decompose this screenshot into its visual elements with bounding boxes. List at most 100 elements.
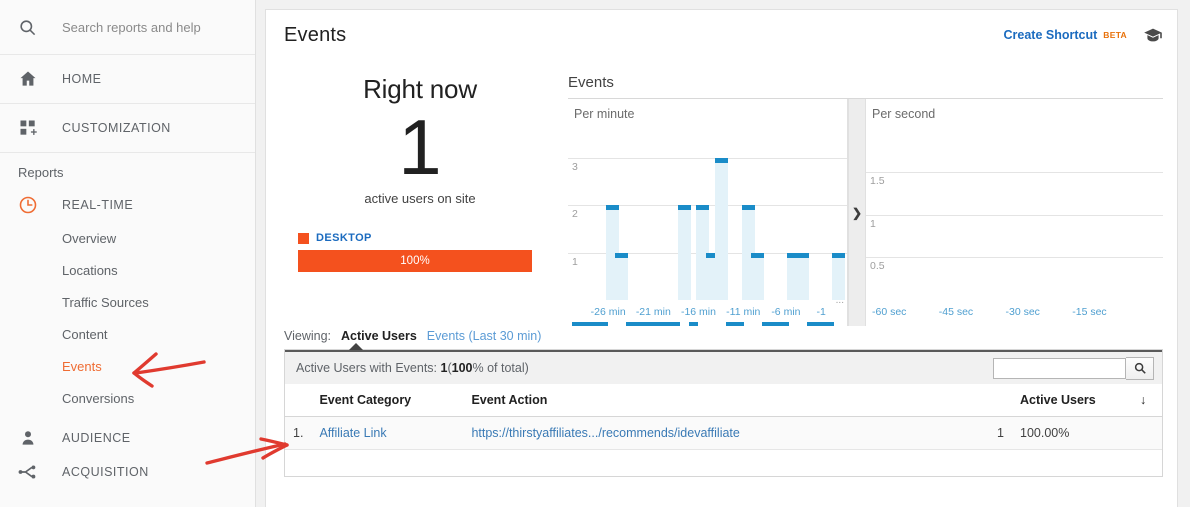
sidebar-search[interactable]: [0, 0, 255, 55]
report-header: Events Create Shortcut BETA: [266, 10, 1177, 60]
events-table-body: 1. Affiliate Link https://thirstyaffilia…: [285, 417, 1162, 450]
col-event-action[interactable]: Event Action: [463, 384, 986, 417]
y-axis-tick: 1: [870, 218, 876, 230]
per-second-plot-area: 0.511.5-60 sec-45 sec-30 sec-15 sec: [866, 99, 1163, 326]
legend-label-desktop[interactable]: DESKTOP: [316, 232, 372, 244]
gridline: [866, 257, 1163, 258]
events-chart-widget: Events Per minute 123-26 min-21 min-16 m…: [556, 60, 1163, 315]
chart-per-minute: Per minute 123-26 min-21 min-16 min-11 m…: [568, 99, 848, 326]
table-search-button[interactable]: [1126, 357, 1154, 380]
gridline: [866, 172, 1163, 173]
legend-swatch-desktop: [298, 233, 309, 244]
analytics-realtime-events-page: HOME CUSTOMIZATION Reports REAL-TIME Ove…: [0, 0, 1190, 507]
tab-active-users[interactable]: Active Users: [341, 329, 417, 343]
event-action-link[interactable]: https://thirstyaffiliates.../recommends/…: [471, 426, 739, 440]
y-axis-tick: 0.5: [870, 260, 885, 272]
beta-badge: BETA: [1103, 30, 1127, 40]
viewing-label: Viewing:: [284, 329, 331, 343]
page-title: Events: [284, 24, 346, 47]
events-table-head: Event Category Event Action Active Users…: [285, 384, 1162, 417]
row-event-category: Affiliate Link: [311, 417, 463, 450]
sidebar-item-overview[interactable]: Overview: [0, 222, 255, 254]
chart-bar[interactable]: [751, 253, 764, 301]
chart-truncation-ellipsis: ...: [836, 295, 844, 306]
chart-bar[interactable]: [715, 158, 728, 301]
main-content: Events Create Shortcut BETA Right now: [256, 0, 1190, 507]
desktop-share-bar: 100%: [298, 250, 532, 272]
events-chart-title: Events: [568, 74, 1163, 91]
person-icon: [18, 428, 48, 448]
active-users-caption: active users on site: [284, 191, 556, 206]
sidebar-item-audience[interactable]: AUDIENCE: [0, 421, 255, 455]
sidebar-item-label-customization: CUSTOMIZATION: [48, 121, 171, 135]
table-search-input[interactable]: [993, 358, 1126, 379]
sidebar-sub-label: Locations: [62, 263, 118, 278]
header-actions: Create Shortcut BETA: [1004, 27, 1164, 43]
row-index: 1.: [285, 417, 311, 450]
right-now-title: Right now: [284, 74, 556, 105]
col-active-users[interactable]: Active Users: [1012, 384, 1132, 417]
col-event-category[interactable]: Event Category: [311, 384, 463, 417]
sidebar-item-label-acquisition: ACQUISITION: [48, 465, 149, 479]
row-arrow-cell: [1132, 417, 1162, 450]
chart-bar-cap: [606, 205, 619, 210]
chart-bar-cap: [615, 253, 628, 258]
tab-events-last-30-min[interactable]: Events (Last 30 min): [427, 329, 542, 343]
arrow-down-icon[interactable]: ↓: [1132, 384, 1162, 417]
table-row[interactable]: 1. Affiliate Link https://thirstyaffilia…: [285, 417, 1162, 450]
graduation-cap-icon[interactable]: [1143, 27, 1163, 43]
events-chart-body: Per minute 123-26 min-21 min-16 min-11 m…: [568, 98, 1163, 326]
widgets-row: Right now 1 active users on site DESKTOP…: [266, 60, 1177, 315]
chart-bar[interactable]: [615, 253, 628, 301]
chevron-right-icon[interactable]: ❯: [848, 99, 865, 326]
sidebar-sub-label: Traffic Sources: [62, 295, 149, 310]
sidebar-item-content[interactable]: Content: [0, 318, 255, 350]
chart-bar-cap: [832, 253, 845, 258]
sidebar-item-acquisition[interactable]: ACQUISITION: [0, 455, 255, 489]
row-active-users-percent: 100.00%: [1012, 417, 1132, 450]
device-legend: DESKTOP: [298, 232, 556, 244]
chart-bar[interactable]: [832, 253, 845, 301]
row-active-users: 1: [986, 417, 1012, 450]
create-shortcut-button[interactable]: Create Shortcut: [1004, 28, 1098, 42]
summary-percent-suffix: % of total): [472, 361, 528, 375]
right-now-widget: Right now 1 active users on site DESKTOP…: [284, 60, 556, 315]
sidebar-item-events[interactable]: Events: [0, 350, 255, 382]
gridline: [568, 158, 847, 159]
sidebar-sub-label: Overview: [62, 231, 116, 246]
clock-icon: [18, 195, 48, 215]
event-category-link[interactable]: Affiliate Link: [319, 426, 386, 440]
sidebar-item-traffic-sources[interactable]: Traffic Sources: [0, 286, 255, 318]
tab-pointer-triangle: [349, 343, 363, 350]
col-index: [285, 384, 311, 417]
per-minute-plot-area: 123-26 min-21 min-16 min-11 min-6 min-1.…: [568, 99, 847, 326]
sidebar-item-real-time[interactable]: REAL-TIME: [0, 188, 255, 222]
search-input[interactable]: [48, 20, 228, 35]
sidebar-item-locations[interactable]: Locations: [0, 254, 255, 286]
y-axis-tick: 2: [572, 208, 578, 220]
table-footer: [285, 450, 1162, 476]
y-axis-tick: 1.5: [870, 175, 885, 187]
table-header-row: Event Category Event Action Active Users…: [285, 384, 1162, 417]
table-summary-bar: Active Users with Events: 1(100% of tota…: [285, 350, 1162, 384]
chart-bar-cap: [715, 158, 728, 163]
chart-bar-cap: [696, 205, 709, 210]
sidebar-item-home[interactable]: HOME: [0, 55, 255, 104]
summary-text: Active Users with Events: 1(100% of tota…: [296, 361, 529, 375]
y-axis-tick: 3: [572, 161, 578, 173]
chart-bar-cap: [678, 205, 691, 210]
sidebar-item-conversions[interactable]: Conversions: [0, 382, 255, 414]
chart-bar-cap: [742, 205, 755, 210]
sidebar-section-reports: Reports: [0, 153, 255, 188]
desktop-share-value: 100%: [400, 255, 429, 267]
sidebar-item-customization[interactable]: CUSTOMIZATION: [0, 104, 255, 153]
sidebar-item-label-audience: AUDIENCE: [48, 431, 131, 445]
summary-percent: 100: [452, 361, 473, 375]
sidebar-item-label-real-time: REAL-TIME: [48, 198, 133, 212]
gridline: [866, 215, 1163, 216]
sidebar-sub-label: Content: [62, 327, 108, 342]
chart-bar[interactable]: [678, 205, 691, 300]
chart-bar[interactable]: [796, 253, 809, 301]
table-search: [993, 357, 1154, 380]
chart-bar-cap: [751, 253, 764, 258]
